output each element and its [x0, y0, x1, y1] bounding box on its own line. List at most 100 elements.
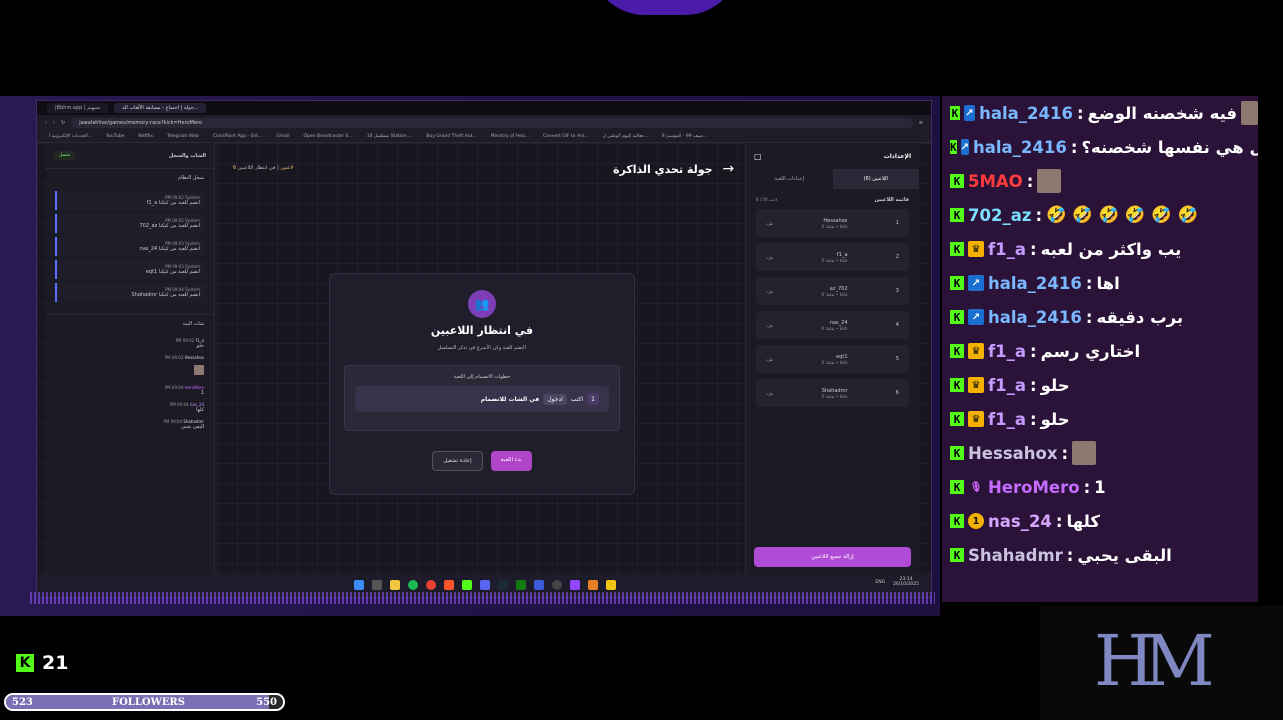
kick-icon[interactable]	[462, 580, 472, 590]
kick-icon: K	[950, 174, 964, 188]
steam-icon[interactable]	[498, 580, 508, 590]
chat-username: 5MAO	[968, 171, 1023, 191]
overlay-chat-message: K 702_az: 🤣 🤣 🤣 🤣 🤣 🤣	[942, 198, 1258, 232]
colon: :	[1085, 307, 1093, 327]
heromero-logo: HM	[1094, 620, 1215, 702]
bookmark[interactable]: Open Broadcaster S...	[304, 134, 353, 139]
app-icon[interactable]	[588, 580, 598, 590]
vip-badge-icon: ↗	[960, 139, 970, 155]
reload-icon[interactable]: ↻	[61, 120, 65, 126]
bookmark[interactable]: Gmail	[276, 134, 289, 139]
kick-button[interactable]: طرد	[766, 255, 773, 260]
chat-username: hala_2416	[979, 103, 1073, 123]
tab-label: جولة | اجتماع - مسابقة الألعاب الذ...	[122, 105, 199, 111]
log-entry: PM 09:02 System f1_a انضم للعبة من كيكنا	[55, 191, 206, 210]
start-icon[interactable]	[354, 580, 364, 590]
log-text: 702_az انضم للعبة من كيكنا	[139, 223, 201, 229]
bookmark[interactable]: Buy Grand Theft Aut...	[426, 134, 476, 139]
search-icon[interactable]	[372, 580, 382, 590]
colon: :	[1026, 171, 1034, 191]
menu-icon[interactable]: ≡	[919, 120, 923, 126]
chat-message-text: 🤣 🤣 🤣 🤣 🤣 🤣	[1046, 205, 1199, 224]
app-icon[interactable]	[534, 580, 544, 590]
bookmark[interactable]: مسلسل 10 Station ...	[367, 134, 413, 139]
address-bar[interactable]: jawalahlive/games/memory-race?kick=HeroM…	[71, 118, 913, 128]
crown-badge-icon: ♛	[968, 241, 984, 257]
collapse-icon[interactable]: ▢	[754, 152, 762, 161]
waiting-modal: 👥 في انتظار اللاعبين انضم للعبة وكن الأس…	[329, 273, 635, 495]
join-steps-box: خطوات الانضمام إلى اللعبة في الشات للانض…	[344, 365, 620, 431]
chat-message-text: يب واكثر من لعبه	[1040, 239, 1182, 259]
bookmark[interactable]: الخدمات الإلكترونية أ...	[49, 134, 92, 139]
log-text: eqt1 انضم للعبة من كيكنا	[145, 269, 200, 275]
kick-button[interactable]: طرد	[766, 357, 773, 362]
vip-badge-icon: ↗	[963, 105, 976, 121]
restart-button[interactable]: إعادة تشغيل	[432, 451, 483, 471]
bookmark[interactable]: Ministry of Hea...	[491, 134, 529, 139]
modal-title: في انتظار اللاعبين	[430, 324, 534, 337]
player-rank: 6	[895, 390, 899, 396]
spotify-icon[interactable]	[408, 580, 418, 590]
chat-text: 1	[200, 390, 204, 396]
bookmark[interactable]: ClassPoint App - Ent...	[213, 134, 262, 139]
log-entry: PM 09:03 System eqt1 انضم للعبة من كيكنا	[55, 260, 206, 279]
bookmark[interactable]: Convert GIF to Ani...	[543, 134, 588, 139]
log-text: nas_24 انضم للعبة من كيكنا	[139, 246, 200, 252]
follower-count-widget: K 21	[16, 652, 68, 674]
bookmark[interactable]: Telegram Web	[167, 134, 199, 139]
chat-user: Hessahox	[184, 355, 204, 360]
captured-screen: |Bbhm.app | تسهيم جولة | اجتماع - مسابقة…	[36, 100, 932, 598]
step-suffix: في الشات للانضمام	[480, 395, 540, 403]
bookmark[interactable]: Netflix	[138, 134, 153, 139]
remove-all-players-button[interactable]: إزالة جميع اللاعبين	[754, 547, 911, 567]
chat-entry: PM 09:03 Hessahox	[55, 355, 204, 379]
join-step: في الشات للانضمام ادخول اكتب 1	[355, 386, 609, 412]
browser-tab-active[interactable]: جولة | اجتماع - مسابقة الألعاب الذ...	[114, 103, 207, 113]
obs-icon[interactable]	[552, 580, 562, 590]
kick-icon: K	[950, 276, 964, 290]
kick-icon: K	[950, 310, 964, 324]
colon: :	[1055, 511, 1063, 531]
game-status: 6 لاعبين | في انتظار اللاعبين	[233, 165, 294, 171]
kick-button[interactable]: طرد	[766, 289, 773, 294]
chat-text: البقى يحبي	[180, 424, 204, 430]
language-indicator[interactable]: ENG	[875, 580, 885, 585]
url-text: jawalahlive/games/memory-race?kick=HeroM…	[79, 120, 202, 126]
player-row: طرد az_702 نقاط: 0 • kick 3	[756, 277, 909, 305]
overlay-chat-message: K ↗ hala_2416: فيه شخصنه الوضع	[942, 96, 1258, 130]
player-meta: نقاط: 0 • kick	[821, 223, 848, 229]
followers-goal: 550	[256, 697, 277, 708]
tab-game-settings[interactable]: إعدادات اللعبة	[746, 169, 833, 189]
app-icon[interactable]	[570, 580, 580, 590]
chat-text: كلها	[196, 407, 204, 413]
arrow-right-icon[interactable]: →	[723, 161, 735, 177]
emote	[194, 365, 204, 375]
app-icon[interactable]	[606, 580, 616, 590]
chrome-icon[interactable]	[426, 580, 436, 590]
back-icon[interactable]: ‹	[45, 120, 47, 126]
chat-time: PM 09:03	[164, 355, 184, 360]
discord-icon[interactable]	[480, 580, 490, 590]
forward-icon[interactable]: ›	[53, 120, 55, 126]
folder-icon[interactable]	[390, 580, 400, 590]
chat-message-text: حلو	[1040, 375, 1070, 395]
colon: :	[1085, 273, 1093, 293]
browser-tab[interactable]: |Bbhm.app | تسهيم	[47, 103, 109, 113]
kick-icon: K	[950, 548, 964, 562]
brave-icon[interactable]	[444, 580, 454, 590]
kick-button[interactable]: طرد	[766, 391, 773, 396]
bookmark[interactable]: فعاليه اليوم الوطني ل...	[602, 134, 647, 139]
xbox-icon[interactable]	[516, 580, 526, 590]
player-list-header: 6 / 50 لاعب قائمة اللاعبين	[746, 189, 919, 203]
kick-button[interactable]: طرد	[766, 221, 773, 226]
kick-button[interactable]: طرد	[766, 323, 773, 328]
start-game-button[interactable]: بدء اللعبة	[490, 451, 532, 471]
settings-header: ▢ الإعدادات	[746, 143, 919, 169]
bookmark[interactable]: YouTube	[106, 134, 124, 139]
chat-message-text: كلها	[1066, 511, 1100, 531]
colon: :	[1030, 239, 1037, 259]
chat-message-text: 1	[1094, 477, 1106, 497]
chat-username: f1_a	[988, 239, 1027, 259]
bookmark[interactable]: صيف 99 - الموسم الأ...	[662, 134, 707, 139]
tab-players[interactable]: اللاعبين (6)	[832, 169, 919, 189]
